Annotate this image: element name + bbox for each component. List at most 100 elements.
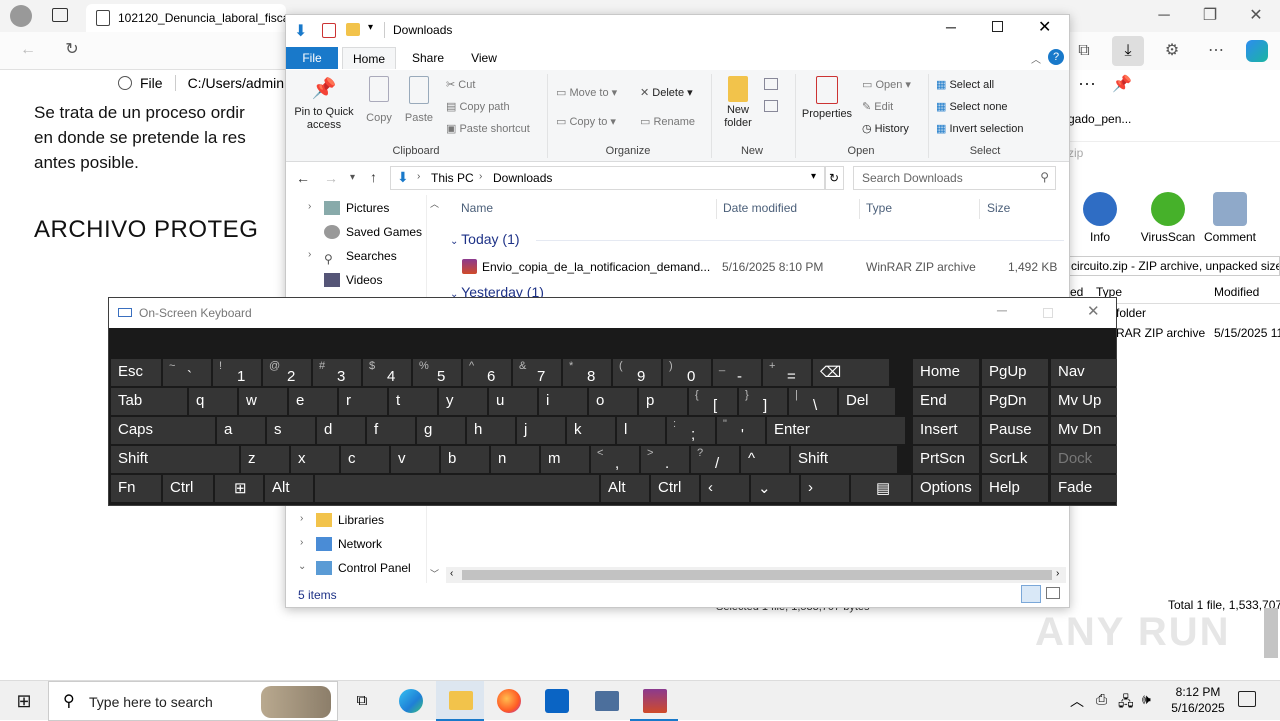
key-6[interactable]: ^ 6 [463, 359, 511, 386]
key-n[interactable]: n [491, 446, 539, 473]
key-x[interactable]: x [291, 446, 339, 473]
key-mvdn[interactable]: Mv Dn [1051, 417, 1117, 444]
virusscan-button[interactable]: VirusScan [1138, 192, 1198, 244]
key-fn[interactable]: Fn [111, 475, 161, 502]
key-j[interactable]: j [517, 417, 565, 444]
key-b[interactable]: b [441, 446, 489, 473]
collapse-icon[interactable]: ⌄ [298, 561, 306, 585]
select-none-button[interactable]: ▦ Select none [936, 100, 1008, 113]
key-enter[interactable]: Enter [767, 417, 905, 444]
up-icon[interactable]: ↑ [370, 169, 377, 185]
easy-access-icon[interactable] [764, 100, 778, 112]
menu-icon[interactable]: ▤ [851, 475, 911, 502]
key-8[interactable]: * 8 [563, 359, 611, 386]
pin-quick-access-button[interactable]: 📌 Pin to Quick access [290, 76, 358, 132]
start-icon[interactable]: ⊞ [0, 681, 48, 721]
chevron-down-icon[interactable]: ▾ [811, 171, 816, 182]
key-nav[interactable]: Nav [1051, 359, 1117, 386]
key-insert[interactable]: Insert [913, 417, 979, 444]
key-o[interactable]: o [589, 388, 637, 415]
firefox-icon[interactable] [484, 681, 532, 721]
column-date[interactable]: Date modified [723, 201, 797, 215]
maximize-icon[interactable] [1043, 308, 1053, 318]
key-d[interactable]: d [317, 417, 365, 444]
refresh-icon[interactable]: ↻ [58, 36, 86, 64]
key-sym[interactable]: ? / [691, 446, 739, 473]
key-w[interactable]: w [239, 388, 287, 415]
key-v[interactable]: ⌄ [751, 475, 799, 502]
browser-tab[interactable]: 102120_Denuncia_laboral_fiscal [86, 4, 286, 32]
key-alt[interactable]: Alt [601, 475, 649, 502]
key-shift[interactable]: Shift [111, 446, 239, 473]
downloads-icon[interactable]: ⤓ [1112, 36, 1144, 66]
refresh-icon[interactable]: ↻ [824, 166, 844, 190]
key-k[interactable]: k [567, 417, 615, 444]
key-pgdn[interactable]: PgDn [982, 388, 1048, 415]
key-ctrl[interactable]: Ctrl [651, 475, 699, 502]
copilot-icon[interactable] [1246, 40, 1268, 62]
tab-share[interactable]: Share [404, 47, 452, 69]
column-size[interactable]: Size [987, 201, 1010, 215]
scroll-left-icon[interactable]: ‹ [450, 568, 453, 579]
key-pause[interactable]: Pause [982, 417, 1048, 444]
key-sym[interactable]: ~ ` [163, 359, 211, 386]
expand-icon[interactable]: › [308, 201, 311, 225]
key-sym[interactable]: >. [641, 446, 689, 473]
archive-path[interactable]: circuito.zip - ZIP archive, unpacked siz… [1068, 256, 1280, 276]
key-sym[interactable]: {[ [689, 388, 737, 415]
key-2[interactable]: @2 [263, 359, 311, 386]
key-4[interactable]: $4 [363, 359, 411, 386]
scroll-up-icon[interactable]: ︿ [430, 197, 439, 210]
nav-item-network[interactable]: Network [316, 537, 382, 561]
key-i[interactable]: i [539, 388, 587, 415]
properties-icon[interactable] [322, 23, 336, 38]
key-scrlk[interactable]: ScrLk [982, 446, 1048, 473]
paste-button[interactable]: Paste [402, 76, 436, 124]
file-explorer-icon[interactable] [436, 681, 484, 721]
recent-locations-icon[interactable]: ▾ [350, 172, 355, 183]
collapse-ribbon-icon[interactable]: ︿ [1031, 51, 1041, 66]
key-s[interactable]: s [267, 417, 315, 444]
key-z[interactable]: z [241, 446, 289, 473]
row-type[interactable]: RAR ZIP archive [1116, 326, 1205, 340]
more-icon[interactable]: ⋯ [1202, 37, 1230, 65]
rename-button[interactable]: ▭ Rename [640, 115, 695, 128]
key-alt[interactable]: Alt [265, 475, 313, 502]
network-icon[interactable]: 🖧 [1118, 691, 1134, 715]
key-1[interactable]: ! 1 [213, 359, 261, 386]
key-options[interactable]: Options [913, 475, 979, 502]
breadcrumb-downloads[interactable]: Downloads [493, 171, 552, 185]
windows-icon[interactable]: ⊞ [215, 475, 263, 502]
key-pgup[interactable]: PgUp [982, 359, 1048, 386]
key-sym[interactable]: :; [667, 417, 715, 444]
tab-home[interactable]: Home [342, 47, 396, 69]
key-sym[interactable]: ‹ [701, 475, 749, 502]
key-del[interactable]: Del [839, 388, 895, 415]
key-home[interactable]: Home [913, 359, 979, 386]
key-end[interactable]: End [913, 388, 979, 415]
scrollbar[interactable] [1264, 608, 1278, 658]
move-to-button[interactable]: ▭ Move to ▾ [556, 86, 617, 99]
scroll-right-icon[interactable]: › [1056, 568, 1059, 579]
column-type[interactable]: Type [866, 201, 892, 215]
comment-button[interactable]: Comment [1200, 192, 1260, 244]
download-item[interactable]: gado_pen... [1068, 112, 1131, 126]
large-icons-view-icon[interactable] [1046, 587, 1060, 599]
address-bar[interactable]: ⬇ › This PC › Downloads ▾ [390, 166, 826, 190]
tab-file[interactable]: File [286, 47, 338, 69]
key-9[interactable]: (9 [613, 359, 661, 386]
key-e[interactable]: e [289, 388, 337, 415]
horizontal-scrollbar[interactable]: ‹ › [446, 567, 1066, 583]
copy-to-button[interactable]: ▭ Copy to ▾ [556, 115, 616, 128]
key-ctrl[interactable]: Ctrl [163, 475, 213, 502]
key-c[interactable]: c [341, 446, 389, 473]
device-icon[interactable]: ⎙ [1096, 691, 1107, 708]
key-shift[interactable]: Shift [791, 446, 897, 473]
key-3[interactable]: #3 [313, 359, 361, 386]
expand-icon[interactable]: › [300, 537, 303, 561]
key-fade[interactable]: Fade [1051, 475, 1117, 502]
key-space[interactable] [315, 475, 599, 502]
chevron-up-icon[interactable]: ︿ [1070, 691, 1084, 711]
minimize-icon[interactable]: ─ [1150, 2, 1178, 30]
key-sym[interactable]: <, [591, 446, 639, 473]
